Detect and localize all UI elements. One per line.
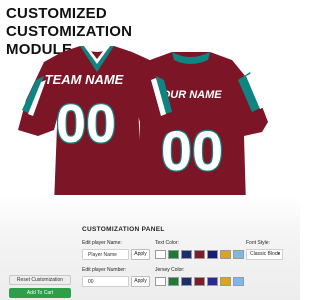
player-number-label: Edit player Number: <box>82 267 127 273</box>
chevron-down-icon: ▾ <box>277 251 280 257</box>
text-color-swatch-1[interactable] <box>168 250 179 259</box>
text-color-swatch-5[interactable] <box>220 250 231 259</box>
font-style-value: Classic Block <box>250 251 280 257</box>
reset-customization-button[interactable]: Reset Customization <box>9 275 71 285</box>
jersey-color-swatch-6[interactable] <box>233 277 244 286</box>
apply-number-button[interactable]: Apply <box>131 276 150 287</box>
text-color-swatch-6[interactable] <box>233 250 244 259</box>
jersey-color-swatch-0[interactable] <box>155 277 166 286</box>
text-color-swatch-2[interactable] <box>181 250 192 259</box>
jersey-color-swatches <box>155 277 244 286</box>
jersey-front-team-name: TEAM NAME <box>45 72 124 87</box>
text-color-swatch-0[interactable] <box>155 250 166 259</box>
text-color-swatch-4[interactable] <box>207 250 218 259</box>
apply-name-button[interactable]: Apply <box>131 249 150 260</box>
add-to-cart-button[interactable]: Add To Cart <box>9 288 71 298</box>
text-color-label: Text Color: <box>155 240 179 246</box>
jersey-color-label: Jersey Color: <box>155 267 185 273</box>
jersey-color-swatch-1[interactable] <box>168 277 179 286</box>
jersey-front-number: 00 <box>56 94 116 154</box>
player-name-label: Edit player Name: <box>82 240 122 246</box>
jersey-color-swatch-4[interactable] <box>207 277 218 286</box>
jersey-color-swatch-2[interactable] <box>181 277 192 286</box>
player-number-input[interactable] <box>82 276 129 287</box>
jersey-color-swatch-5[interactable] <box>220 277 231 286</box>
text-color-swatches <box>155 250 244 259</box>
customization-panel-title: CUSTOMIZATION PANEL <box>82 226 165 233</box>
player-name-input[interactable] <box>82 249 129 260</box>
font-style-label: Font Style: <box>246 240 270 246</box>
text-color-swatch-3[interactable] <box>194 250 205 259</box>
jersey-color-swatch-3[interactable] <box>194 277 205 286</box>
font-style-select[interactable]: Classic Block ▾ <box>246 249 283 260</box>
